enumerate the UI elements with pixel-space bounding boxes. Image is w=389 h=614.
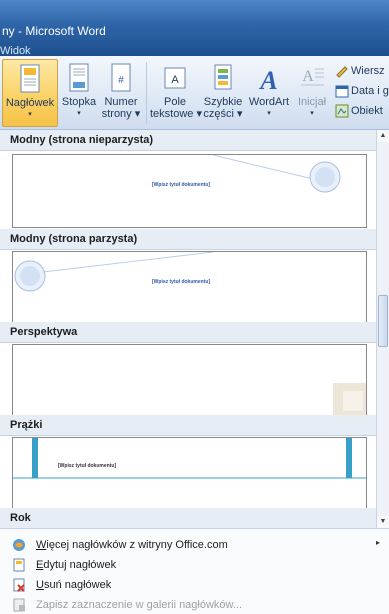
date-time-button[interactable]: Data i g [335, 84, 389, 102]
svg-text:A: A [302, 68, 314, 85]
template-graphic [13, 438, 366, 479]
window-title: ny - Microsoft Word [2, 24, 106, 38]
svg-text:A: A [258, 66, 277, 93]
chevron-down-icon: ▾ [28, 111, 32, 118]
object-button[interactable]: Obiekt [335, 104, 383, 122]
svg-text:#: # [118, 75, 124, 86]
signature-icon [336, 66, 348, 78]
section-heading: Rok [0, 508, 376, 528]
header-icon [20, 64, 40, 93]
office-online-icon [13, 539, 25, 551]
title-placeholder: [Wpisz tytuł dokumentu] [58, 463, 117, 469]
ribbon-insert: Nagłówek ▾ Stopka ▾ # Numer strony ▾ A P… [0, 56, 389, 130]
footer-button[interactable]: Stopka ▾ [59, 59, 99, 127]
object-icon [335, 104, 349, 118]
footer-button-label: Stopka [61, 96, 97, 108]
quick-parts-button[interactable]: Szybkie części ▾ [202, 59, 244, 127]
drop-cap-icon: A [301, 68, 324, 86]
section-heading: Perspektywa [0, 322, 376, 343]
menu-item-remove-header[interactable]: Usuń nagłówek [0, 575, 389, 595]
text-box-label-2: tekstowe ▾ [150, 108, 203, 120]
page-number-icon: # [111, 63, 131, 92]
section-heading: Modny (strona parzysta) [0, 229, 376, 250]
svg-text:A: A [171, 74, 179, 86]
header-gallery: Modny (strona nieparzysta) [Wpisz tytuł … [0, 130, 376, 528]
wordart-icon: A [258, 66, 277, 93]
menu-item-more-headers[interactable]: Więcej nagłówków z witryny Office.com ▸ [0, 535, 389, 555]
scroll-up-icon[interactable]: ▲ [377, 130, 389, 142]
menu-item-edit-header[interactable]: Edytuj nagłówek [0, 555, 389, 575]
quick-parts-label-1: Szybkie [203, 96, 243, 108]
menu-item-save-to-gallery: Zapisz zaznaczenie w galerii nagłówków..… [0, 595, 389, 614]
text-box-button[interactable]: A Pole tekstowe ▾ [150, 59, 203, 127]
signature-line-button[interactable]: Wiersz [335, 64, 385, 82]
drop-cap-label: Inicjał [297, 96, 327, 108]
title-placeholder: [Wpisz tytuł dokumentu] [152, 182, 211, 188]
wordart-button[interactable]: A WordArt ▾ [246, 59, 292, 127]
title-bar: ny - Microsoft Word Widok [0, 0, 389, 57]
signature-label: Wiersz [351, 64, 385, 77]
save-selection-icon [13, 598, 25, 612]
edit-header-icon [13, 558, 25, 572]
header-template-perspektywa[interactable] [12, 344, 367, 418]
title-placeholder: [Wpisz tytuł dokumentu] [152, 279, 211, 285]
text-box-label-1: Pole [163, 96, 187, 108]
header-template-modny-nieparzysta[interactable]: [Wpisz tytuł dokumentu] [12, 154, 367, 228]
chevron-down-icon: ▾ [267, 110, 271, 117]
header-button-label: Nagłówek [5, 97, 55, 109]
scroll-down-icon[interactable]: ▼ [377, 516, 389, 528]
object-label: Obiekt [351, 104, 383, 117]
drop-cap-button[interactable]: A Inicjał ▾ [294, 59, 330, 127]
footer-icon [69, 63, 89, 92]
template-graphic [14, 252, 214, 292]
header-menu: Więcej nagłówków z witryny Office.com ▸ … [0, 528, 389, 614]
gallery-scrollbar[interactable]: ▲ ▼ [376, 130, 389, 528]
page-number-button[interactable]: # Numer strony ▾ [100, 59, 142, 127]
header-template-prazki[interactable]: [Wpisz tytuł dokumentu] [12, 437, 367, 511]
header-button[interactable]: Nagłówek ▾ [2, 59, 58, 127]
submenu-arrow-icon: ▸ [376, 538, 381, 547]
remove-header-icon [13, 578, 25, 592]
quick-parts-label-2: części ▾ [203, 108, 243, 120]
scrollbar-thumb[interactable] [378, 295, 388, 347]
date-time-label: Data i g [351, 84, 389, 97]
chevron-down-icon: ▾ [310, 110, 314, 117]
page-number-label-2: strony ▾ [101, 108, 141, 120]
calendar-icon [335, 85, 349, 98]
wordart-label: WordArt [248, 96, 290, 108]
text-box-icon: A [164, 67, 186, 89]
quick-parts-icon [214, 64, 232, 90]
header-template-modny-parzysta[interactable]: [Wpisz tytuł dokumentu] [12, 251, 367, 325]
page-number-label-1: Numer [104, 96, 138, 108]
ribbon-separator [146, 62, 147, 124]
section-heading: Prążki [0, 415, 376, 436]
section-heading: Modny (strona nieparzysta) [0, 130, 376, 151]
template-graphic [333, 383, 366, 417]
template-graphic [212, 155, 341, 193]
chevron-down-icon: ▾ [77, 110, 81, 117]
